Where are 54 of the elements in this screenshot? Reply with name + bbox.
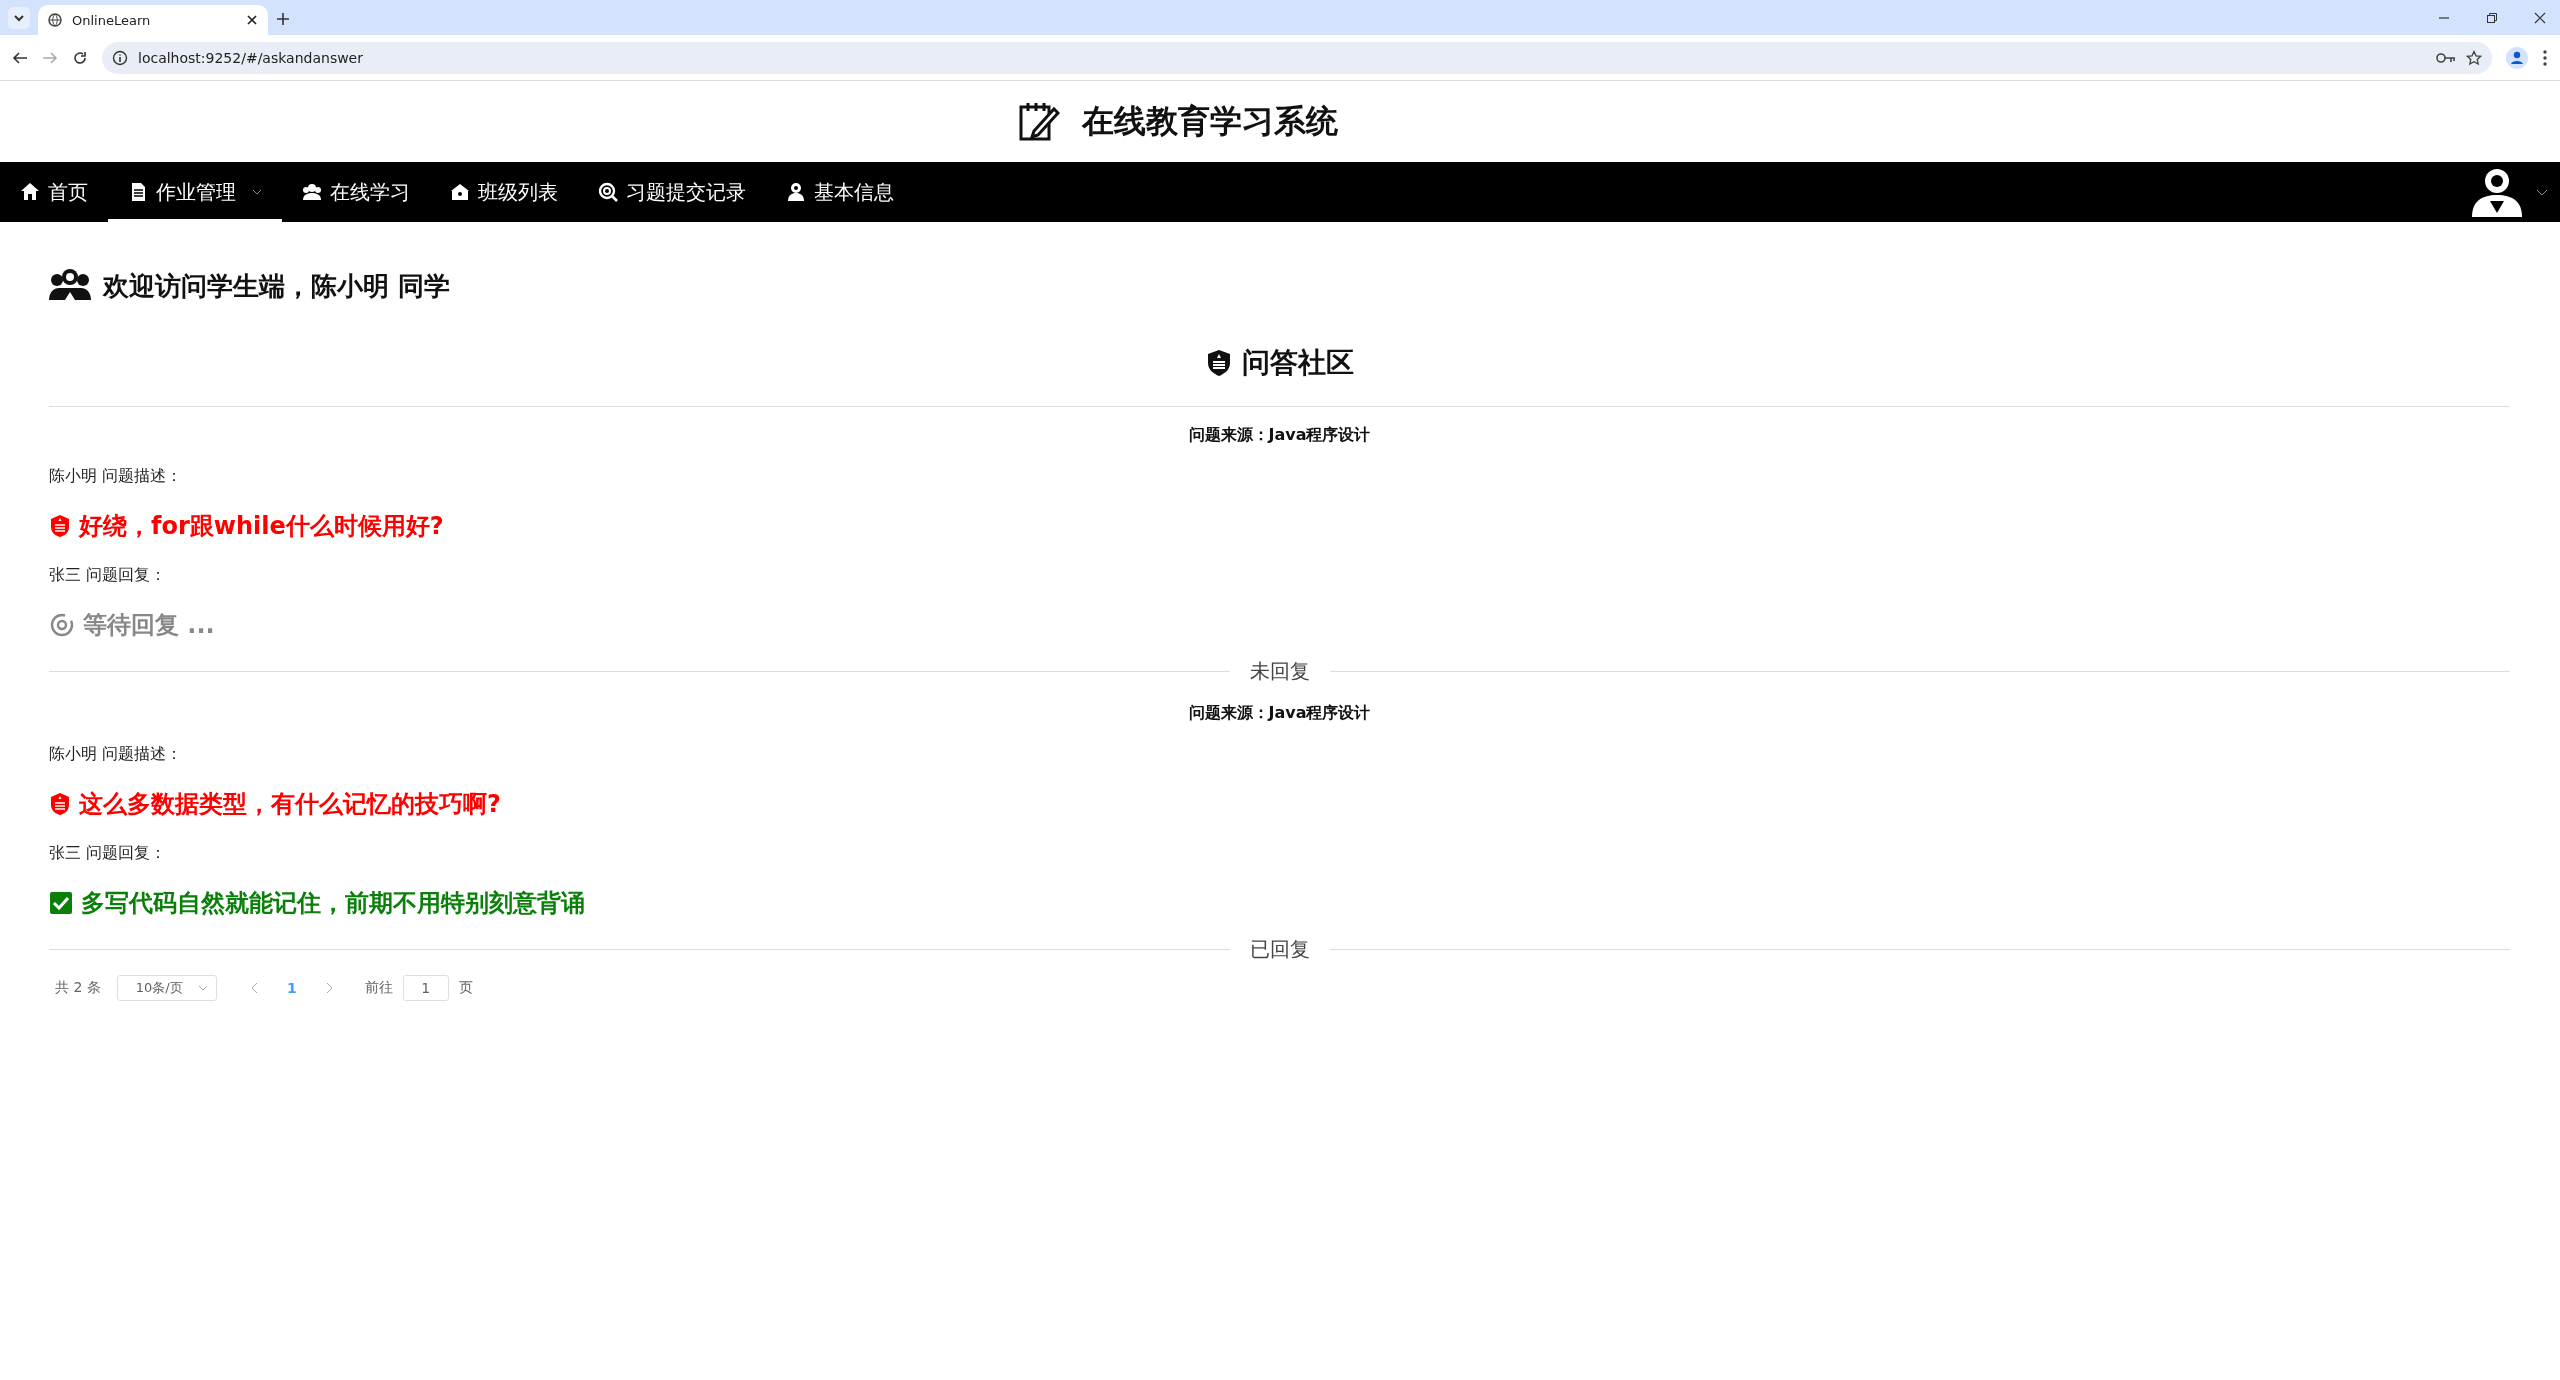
- restore-icon[interactable]: [2486, 11, 2498, 24]
- nav-menu-item[interactable]: 基本信息: [766, 162, 914, 222]
- welcome-message: 欢迎访问学生端，陈小明 同学: [103, 269, 451, 303]
- shield-badge-icon: [49, 514, 71, 538]
- globe-icon: [48, 13, 62, 27]
- back-arrow-icon[interactable]: [12, 49, 28, 66]
- answer-text: 多写代码自然就能记住，前期不用特别刻意背诵: [81, 888, 585, 919]
- page-input-field[interactable]: 1: [402, 975, 449, 1001]
- nav-menu-item[interactable]: 习题提交记录: [578, 162, 766, 222]
- waiting-reply-text: 等待回复 ...: [83, 610, 215, 641]
- chevron-down-icon: [252, 189, 262, 195]
- reload-icon[interactable]: [72, 49, 88, 66]
- star-icon[interactable]: [2466, 49, 2482, 66]
- nav-menu-item[interactable]: 首页: [0, 162, 108, 222]
- nav-menu-item[interactable]: 在线学习: [282, 162, 430, 222]
- section-title: 问答社区: [1241, 345, 1354, 381]
- new-tab-plus-icon[interactable]: [276, 12, 290, 26]
- replier-label: 张三 问题回复：: [49, 842, 168, 864]
- site-title: 在线教育学习系统: [1081, 100, 1338, 142]
- close-icon[interactable]: [2534, 11, 2546, 24]
- tab-list-caret-icon[interactable]: [8, 7, 30, 29]
- page-suffix: 页: [458, 979, 473, 997]
- shield-badge-icon: [49, 792, 71, 816]
- replier-label: 张三 问题回复：: [49, 564, 168, 586]
- asker-label: 陈小明 问题描述：: [49, 743, 184, 765]
- question-text: 好绕，for跟while什么时候用好?: [79, 511, 444, 542]
- question-source: 问题来源：Java程序设计: [1187, 424, 1372, 446]
- question-text: 这么多数据类型，有什么记忆的技巧啊?: [79, 789, 501, 820]
- nav-menu-item[interactable]: 班级列表: [430, 162, 578, 222]
- shield-badge-icon: [1205, 349, 1232, 377]
- person-badge-icon: [786, 182, 806, 202]
- search-record-icon: [598, 182, 618, 202]
- profile-icon[interactable]: [2506, 46, 2528, 69]
- chevron-down-icon: [197, 985, 208, 991]
- goto-label: 前往: [364, 979, 393, 997]
- question-source: 问题来源：Java程序设计: [1187, 702, 1372, 724]
- total-count: 共 2 条: [55, 979, 101, 997]
- more-vertical-icon[interactable]: [2542, 48, 2548, 67]
- nav-menu-item[interactable]: 作业管理: [108, 162, 282, 222]
- school-house-icon: [450, 182, 470, 202]
- address-bar[interactable]: localhost:9252/#/askandanswer: [102, 41, 2492, 74]
- reply-status-label: 已回复: [1249, 936, 1311, 963]
- home-icon: [20, 182, 40, 202]
- asker-label: 陈小明 问题描述：: [49, 465, 184, 487]
- page-size-select[interactable]: 10条/页: [116, 975, 217, 1001]
- close-icon[interactable]: [246, 14, 258, 26]
- notepad-pen-icon: [1017, 100, 1060, 143]
- people-group-icon: [302, 182, 322, 202]
- reply-status-label: 未回复: [1249, 658, 1311, 685]
- browser-tab[interactable]: OnlineLearn: [38, 5, 268, 35]
- info-icon[interactable]: [112, 49, 128, 66]
- user-avatar-icon[interactable]: [2472, 167, 2522, 217]
- key-icon[interactable]: [2436, 51, 2456, 64]
- chevron-down-icon[interactable]: [2536, 188, 2548, 196]
